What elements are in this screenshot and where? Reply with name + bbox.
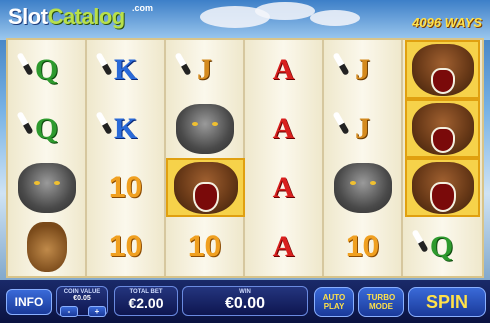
- cloud: [255, 2, 315, 20]
- symbol-q: Q: [8, 99, 85, 158]
- win-panel: WIN €0.00: [182, 286, 308, 316]
- rabbit-icon: [26, 221, 67, 272]
- bear-icon: [411, 161, 474, 214]
- symbol-j: J: [324, 99, 401, 158]
- reel-4: A A A A: [245, 40, 324, 276]
- symbol-10: 10: [187, 229, 222, 263]
- coin-increase-button[interactable]: +: [88, 306, 106, 317]
- coin-value: €0.05: [73, 295, 91, 302]
- bear-icon: [411, 102, 474, 155]
- symbol-a: A: [272, 170, 295, 204]
- coin-decrease-button[interactable]: -: [60, 306, 78, 317]
- feather-icon: [411, 229, 429, 253]
- cloud: [310, 10, 360, 26]
- feather-icon: [332, 52, 350, 76]
- symbol-bear: [166, 158, 245, 217]
- wolf-icon: [17, 162, 76, 213]
- symbol-j: J: [166, 40, 243, 99]
- reel-2: K K 10 10: [87, 40, 166, 276]
- total-bet-value: €2.00: [128, 295, 164, 311]
- symbol-rabbit: [8, 217, 85, 276]
- symbol-10: 10: [345, 229, 380, 263]
- reel-1: Q Q: [8, 40, 87, 276]
- symbol-10: 10: [108, 170, 143, 204]
- symbol-j: J: [324, 40, 401, 99]
- symbol-q: Q: [403, 217, 480, 276]
- symbol-bear: [405, 99, 480, 158]
- symbol-wolf: [8, 158, 85, 217]
- bear-icon: [173, 161, 238, 214]
- logo-catalog-text: Catalog: [47, 4, 126, 29]
- symbol-a: A: [272, 52, 295, 86]
- spin-button[interactable]: SPIN: [408, 287, 486, 317]
- symbol-k: K: [87, 99, 164, 158]
- info-button[interactable]: INFO: [6, 289, 52, 315]
- win-value: €0.00: [224, 295, 266, 312]
- bear-icon: [411, 43, 474, 96]
- symbol-bear: [405, 40, 480, 99]
- feather-icon: [16, 52, 34, 76]
- symbol-k: K: [87, 40, 164, 99]
- symbol-q: Q: [8, 40, 85, 99]
- wolf-icon: [175, 103, 234, 154]
- turbo-mode-button[interactable]: TURBO MODE: [358, 287, 404, 317]
- logo-com-text: .com: [132, 3, 154, 13]
- feather-icon: [95, 52, 113, 76]
- feather-icon: [174, 52, 192, 76]
- reel-5: J J 10: [324, 40, 403, 276]
- symbol-10: 10: [108, 229, 143, 263]
- symbol-wolf: [166, 99, 243, 158]
- symbol-a: A: [272, 111, 295, 145]
- site-logo: SlotCatalog: [8, 4, 125, 30]
- logo-slot-text: Slot: [8, 4, 48, 29]
- ways-label: 4096 WAYS: [412, 15, 482, 30]
- symbol-wolf: [324, 158, 401, 217]
- symbol-bear: [405, 158, 480, 217]
- reels-frame: Q Q K K 10 10 J 10 A A A A J J 10 Q: [6, 38, 484, 278]
- feather-icon: [332, 111, 350, 135]
- wolf-icon: [333, 162, 392, 213]
- autoplay-button[interactable]: AUTO PLAY: [314, 287, 354, 317]
- feather-icon: [16, 111, 34, 135]
- symbol-a: A: [272, 229, 295, 263]
- total-bet-panel: TOTAL BET €2.00: [114, 286, 178, 316]
- feather-icon: [95, 111, 113, 135]
